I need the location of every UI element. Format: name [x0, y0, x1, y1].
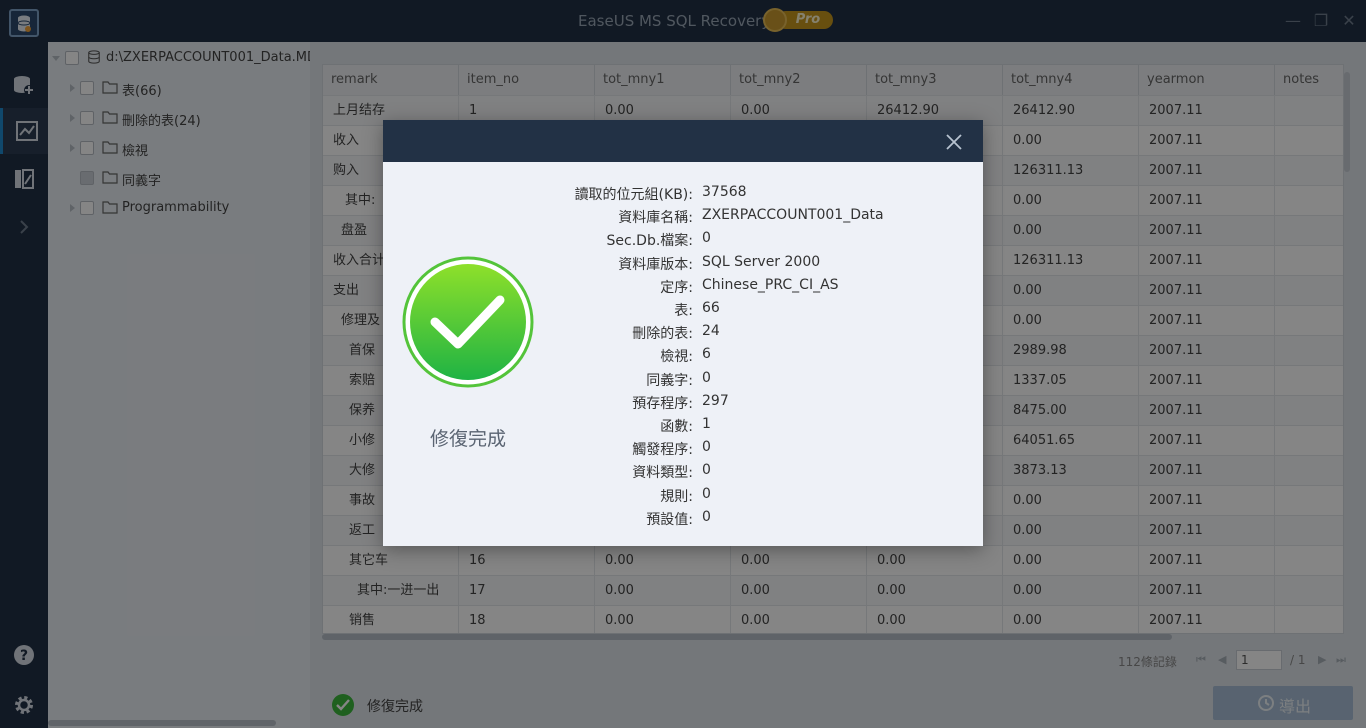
dialog-close-icon[interactable] — [943, 131, 965, 153]
info-value: Chinese_PRC_CI_AS — [702, 276, 839, 293]
info-row: 定序: Chinese_PRC_CI_AS — [503, 275, 973, 297]
info-row: 函數: 1 — [503, 414, 973, 436]
info-value: 297 — [702, 392, 729, 409]
info-label: 規則: — [660, 488, 693, 505]
info-label: 資料庫版本: — [618, 256, 693, 273]
info-value: 37568 — [702, 184, 747, 200]
info-label: 觸發程序: — [632, 442, 693, 459]
recovery-complete-dialog: 修復完成 讀取的位元組(KB): 37568 資料庫名稱: ZXERPACCOUNT0… — [383, 120, 983, 546]
info-row: 檢視: 6 — [503, 344, 973, 366]
info-value: 1 — [702, 416, 711, 432]
info-row: 同義字: 0 — [503, 368, 973, 390]
info-row: 資料類型: 0 — [503, 460, 973, 482]
info-row: 規則: 0 — [503, 484, 973, 506]
info-row: 讀取的位元組(KB): 37568 — [503, 182, 973, 204]
info-row: 表: 66 — [503, 298, 973, 320]
info-label: Sec.Db.檔案: — [606, 233, 693, 250]
info-label: 刪除的表: — [632, 326, 693, 343]
info-label: 檢視: — [660, 349, 693, 366]
info-value: 0 — [702, 439, 711, 456]
info-value: 24 — [702, 323, 720, 340]
info-label: 預設值: — [646, 511, 693, 528]
info-value: 0 — [702, 369, 711, 386]
info-label: 讀取的位元組(KB): — [574, 187, 693, 203]
info-row: 預設值: 0 — [503, 507, 973, 529]
dialog-header — [383, 120, 983, 162]
info-value: 0 — [702, 508, 711, 525]
info-value: 6 — [702, 346, 711, 363]
info-row: 觸發程序: 0 — [503, 437, 973, 459]
info-label: 同義字: — [646, 372, 693, 389]
info-label: 函數: — [660, 419, 693, 435]
info-row: 預存程序: 297 — [503, 391, 973, 413]
info-label: 預存程序: — [632, 395, 693, 412]
info-value: 0 — [702, 230, 711, 247]
info-row: 資料庫名稱: ZXERPACCOUNT001_Data — [503, 205, 973, 227]
info-value: 0 — [702, 462, 711, 479]
info-row: 資料庫版本: SQL Server 2000 — [503, 252, 973, 274]
info-row: Sec.Db.檔案: 0 — [503, 228, 973, 250]
info-label: 定序: — [660, 279, 693, 296]
info-value: SQL Server 2000 — [702, 253, 821, 270]
info-value: ZXERPACCOUNT001_Data — [702, 207, 884, 224]
info-row: 刪除的表: 24 — [503, 321, 973, 343]
info-label: 資料庫名稱: — [618, 210, 693, 227]
info-value: 0 — [702, 485, 711, 502]
info-value: 66 — [702, 300, 720, 316]
info-label: 資料類型: — [632, 465, 693, 482]
info-label: 表: — [674, 303, 693, 319]
